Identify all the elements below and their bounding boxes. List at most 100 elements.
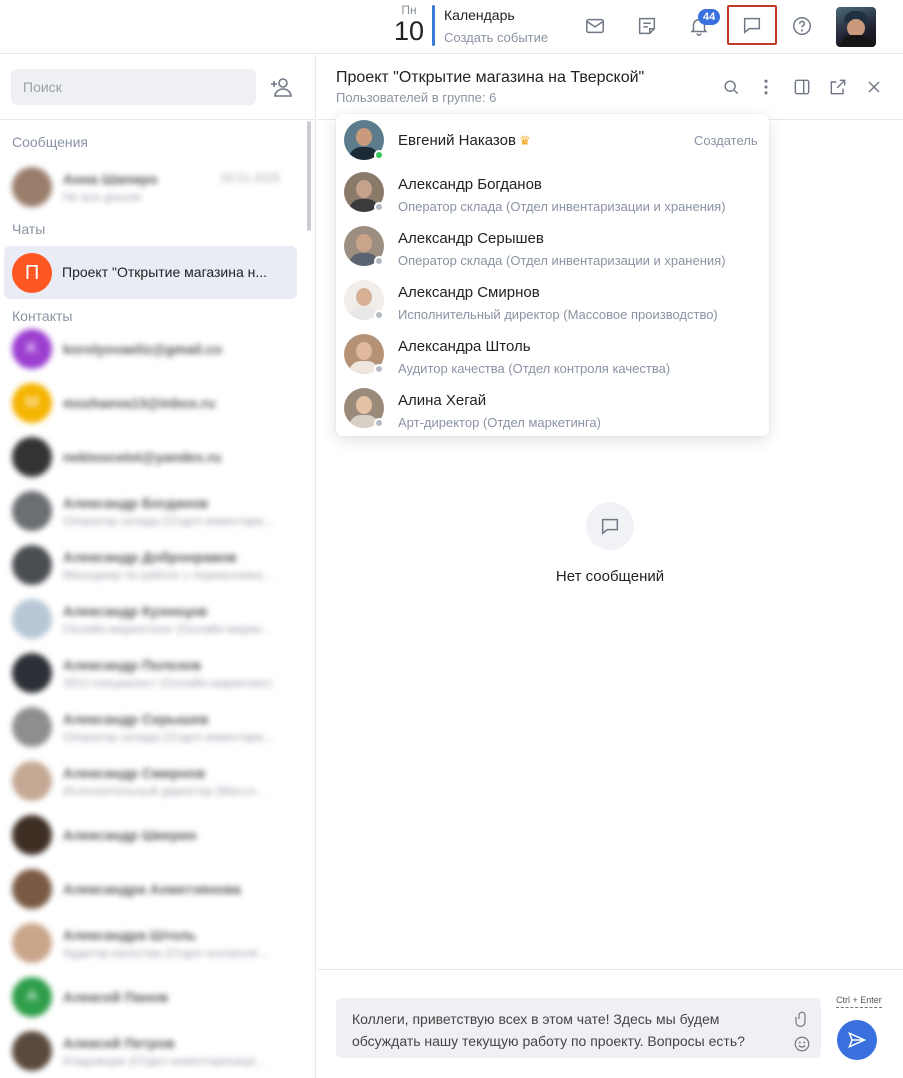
search-chat-button[interactable]	[719, 75, 743, 99]
member-item[interactable]: Александр Богданов Оператор склада (Отдел…	[336, 166, 769, 220]
user-avatar[interactable]	[836, 7, 876, 47]
avatar: A	[12, 977, 52, 1017]
crown-icon: ♛	[518, 133, 531, 148]
close-chat-button[interactable]	[862, 75, 886, 99]
help-button[interactable]	[784, 8, 820, 44]
create-event-link[interactable]: Создать событие	[444, 30, 548, 45]
contact-item[interactable]: Александр Добронравов Менеджер по работе …	[12, 543, 302, 587]
contact-item[interactable]: Александра Штоль Аудитор качества (Отдел …	[12, 921, 302, 965]
sidebar: Поиск Сообщения Анна Шапиро Не все дошли…	[0, 55, 316, 1078]
presence-status-dot	[374, 310, 384, 320]
toggle-panel-button[interactable]	[790, 75, 814, 99]
avatar	[12, 761, 52, 801]
contact-item[interactable]: Александр Полозов SEO-специалист (Онлайн-…	[12, 651, 302, 695]
send-hint: Ctrl + Enter	[836, 995, 882, 1008]
member-name: Александра Штоль	[398, 338, 531, 355]
contact-item[interactable]: Mmozhaeva13@inbox.ru	[12, 381, 302, 425]
chat-members-count[interactable]: Пользователей в группе: 6	[336, 90, 496, 105]
notes-icon	[638, 17, 656, 35]
chat-bubble-icon	[601, 518, 619, 535]
members-dropdown: Евгений Наказов ♛ Создатель Александр Богда…	[336, 114, 769, 436]
message-item[interactable]: Анна Шапиро Не все дошли 28.01.2025	[12, 165, 302, 209]
open-external-button[interactable]	[826, 75, 850, 99]
more-vertical-icon	[764, 79, 768, 95]
avatar-head	[356, 342, 372, 360]
member-name-text: Александр Богданов	[398, 176, 542, 193]
sidebar-scrollbar[interactable]	[307, 121, 311, 231]
contact-item[interactable]: Александр Смирнов Исполнительный директор…	[12, 759, 302, 803]
add-user-icon	[271, 78, 292, 97]
contact-name: Александра Ахметзянова	[63, 881, 241, 897]
contact-name: Александр Шкерин	[63, 827, 197, 843]
date-widget[interactable]: Пн 10	[391, 4, 427, 46]
contact-item[interactable]: nektoocelot@yandex.ru	[12, 435, 302, 479]
contact-name: Александр Богданов	[63, 495, 209, 511]
contact-role: Онлайн-маркетолог (Онлайн-марке...	[63, 622, 272, 636]
paperclip-icon	[795, 1011, 806, 1028]
contact-item[interactable]: Алексей Петров Кладовщик (Отдел инвентари…	[12, 1029, 302, 1073]
add-contact-button[interactable]	[270, 75, 296, 101]
messages-section-label: Сообщения	[12, 134, 88, 150]
send-icon	[848, 1031, 867, 1049]
chat-bubble-icon	[743, 17, 761, 34]
contact-item[interactable]: Александр Кузнецов Онлайн-маркетолог (Онл…	[12, 597, 302, 641]
mail-button[interactable]	[577, 8, 613, 44]
member-item[interactable]: Алина Хегай Арт-директор (Отдел маркетинг…	[336, 382, 769, 436]
contact-name: mozhaeva13@inbox.ru	[63, 395, 216, 411]
member-name: Александр Смирнов	[398, 284, 540, 301]
member-role: Оператор склада (Отдел инвентаризации и …	[398, 199, 726, 214]
contact-item[interactable]: Александр Серышев Оператор склада (Отдел …	[12, 705, 302, 749]
emoji-button[interactable]	[793, 1035, 813, 1055]
message-time: 28.01.2025	[220, 171, 281, 185]
member-name-text: Евгений Наказов	[398, 132, 516, 149]
more-button[interactable]	[754, 75, 778, 99]
member-name: Александр Серышев	[398, 230, 544, 247]
member-item[interactable]: Евгений Наказов ♛ Создатель	[336, 114, 769, 168]
chat-title: Проект "Открытие магазина на Тверской"	[336, 69, 645, 86]
member-item[interactable]: Александр Серышев Оператор склада (Отдел …	[336, 220, 769, 274]
avatar-head	[356, 180, 372, 198]
contact-role: Оператор склада (Отдел инвентари...	[63, 730, 274, 744]
member-item[interactable]: Александра Штоль Аудитор качества (Отдел …	[336, 328, 769, 382]
contact-name: Александр Серышев	[63, 711, 209, 727]
send-button[interactable]	[837, 1020, 877, 1060]
member-name: Алина Хегай	[398, 392, 486, 409]
contact-item[interactable]: Александр Шкерин	[12, 813, 302, 857]
avatar-head	[356, 396, 372, 414]
contact-role: Исполнительный директор (Массо...	[63, 784, 266, 798]
sidebar-divider	[0, 119, 315, 120]
avatar-body	[840, 35, 872, 47]
contact-item[interactable]: Kkorolyovaeliz@gmail.co	[12, 327, 302, 371]
presence-status-dot	[374, 418, 384, 428]
contact-item[interactable]: Александра Ахметзянова	[12, 867, 302, 911]
calendar-title[interactable]: Календарь	[444, 7, 515, 23]
help-icon	[793, 17, 811, 35]
top-bar: Пн 10 Календарь Создать событие 44	[0, 0, 903, 54]
attach-button[interactable]	[793, 1010, 813, 1030]
chats-section-label: Чаты	[12, 221, 46, 237]
external-link-icon	[830, 79, 846, 95]
avatar	[12, 815, 52, 855]
contact-item[interactable]: A Алексей Панов	[12, 975, 302, 1019]
notes-button[interactable]	[629, 8, 665, 44]
search-input[interactable]: Поиск	[11, 69, 256, 105]
message-input[interactable]: Коллеги, приветствую всех в этом чате! З…	[336, 998, 821, 1058]
contact-role: Кладовщик (Отдел инвентаризаци...	[63, 1054, 265, 1068]
calendar-divider	[432, 5, 435, 46]
member-name-text: Александр Серышев	[398, 230, 544, 247]
member-name-text: Александра Штоль	[398, 338, 531, 355]
member-role: Оператор склада (Отдел инвентаризации и …	[398, 253, 726, 268]
presence-status-dot	[374, 256, 384, 266]
member-name-text: Александр Смирнов	[398, 284, 540, 301]
chat-item-project[interactable]: П Проект "Открытие магазина н...	[4, 246, 297, 299]
contact-item[interactable]: Александр Богданов Оператор склада (Отдел…	[12, 489, 302, 533]
avatar	[12, 599, 52, 639]
contact-name: korolyovaeliz@gmail.co	[63, 341, 223, 357]
chat-button[interactable]	[727, 5, 777, 45]
presence-status-dot	[374, 364, 384, 374]
member-role: Арт-директор (Отдел маркетинга)	[398, 415, 601, 430]
empty-chat-icon-wrap	[586, 502, 634, 550]
close-icon	[868, 81, 880, 93]
member-name: Александр Богданов	[398, 176, 542, 193]
member-item[interactable]: Александр Смирнов Исполнительный директор…	[336, 274, 769, 328]
